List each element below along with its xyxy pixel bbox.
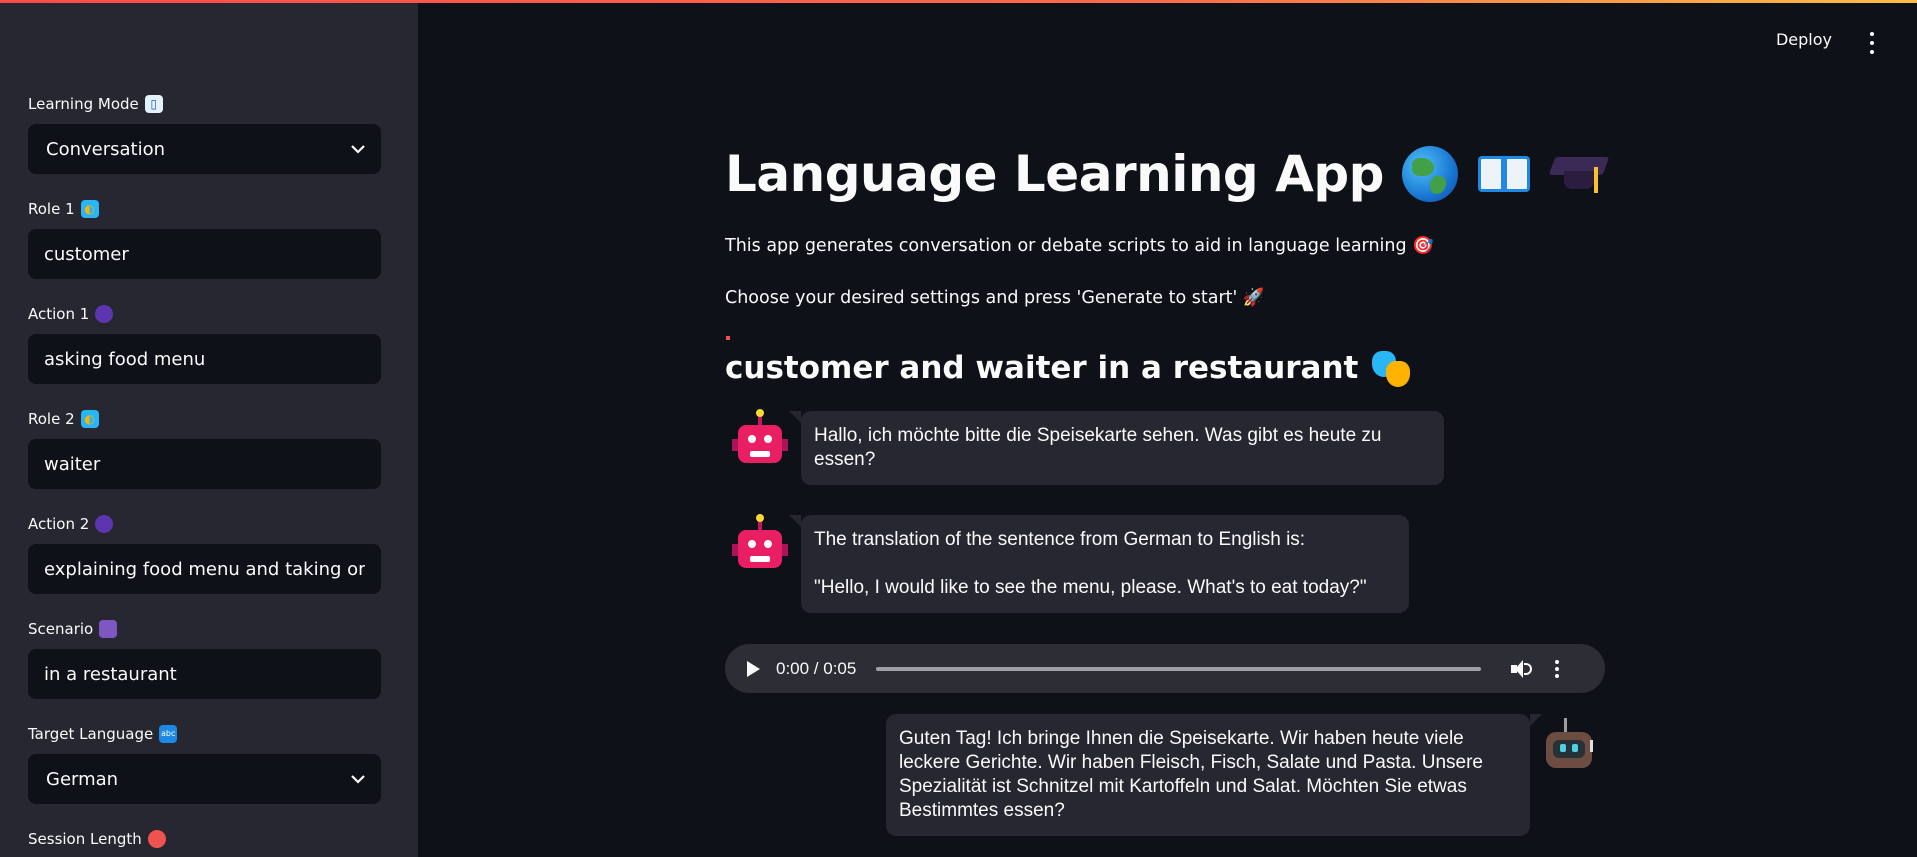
audio-time: 0:00 / 0:05 <box>776 658 857 678</box>
target-language-select[interactable]: German <box>28 754 381 804</box>
top-decoration-bar <box>0 0 1917 3</box>
chat-message: Hallo, ich möchte bitte die Speisekarte … <box>789 411 1444 485</box>
learning-mode-select[interactable]: Conversation <box>28 124 381 174</box>
masks-icon: ◐ <box>80 200 99 218</box>
scene-title: customer and waiter in a restaurant <box>725 349 1411 387</box>
volume-icon[interactable] <box>1511 659 1533 678</box>
page-title: Language Learning App <box>725 145 1610 203</box>
book-icon: ▯ <box>144 95 163 113</box>
role-1-label: Role 1 ◐ <box>28 200 99 218</box>
robot-pink-icon <box>732 514 788 578</box>
scenario-input[interactable]: in a restaurant <box>28 649 381 699</box>
learning-mode-label: Learning Mode ▯ <box>28 95 163 113</box>
sidebar: Learning Mode ▯ Conversation Role 1 ◐ cu… <box>0 0 418 857</box>
anchor-marker <box>726 336 730 340</box>
scenario-label: Scenario <box>28 620 118 638</box>
speaking-head-icon <box>95 305 114 323</box>
audio-progress-bar[interactable] <box>876 666 1482 671</box>
chat-message: Guten Tag! Ich bringe Ihnen die Speiseka… <box>886 714 1542 836</box>
role-2-label: Role 2 ◐ <box>28 410 99 428</box>
action-2-input[interactable]: explaining food menu and taking order <box>28 544 381 594</box>
action-1-input[interactable]: asking food menu <box>28 334 381 384</box>
abc-icon: abc <box>159 725 178 743</box>
action-1-label: Action 1 <box>28 305 114 323</box>
target-language-label: Target Language abc <box>28 725 178 743</box>
main-menu-kebab-icon[interactable] <box>1867 32 1877 54</box>
camera-icon <box>99 620 118 638</box>
audio-options-kebab-icon[interactable] <box>1555 659 1560 678</box>
chevron-down-icon <box>351 772 365 786</box>
action-2-label: Action 2 <box>28 515 114 533</box>
graduation-cap-icon <box>1548 149 1610 199</box>
chevron-down-icon <box>351 142 365 156</box>
audio-player: 0:00 / 0:05 <box>725 644 1605 693</box>
open-book-icon <box>1476 152 1532 196</box>
robot-pink-icon <box>732 409 788 473</box>
intro-text-1: This app generates conversation or debat… <box>725 236 1434 256</box>
robot-brown-icon <box>1540 716 1598 776</box>
alarm-clock-icon <box>147 830 166 848</box>
deploy-button[interactable]: Deploy <box>1776 30 1832 49</box>
masks-icon <box>1372 349 1411 387</box>
play-icon[interactable] <box>747 660 760 677</box>
globe-icon <box>1401 146 1458 202</box>
chat-message: The translation of the sentence from Ger… <box>789 515 1409 613</box>
role-1-input[interactable]: customer <box>28 229 381 279</box>
session-length-label: Session Length <box>28 830 166 848</box>
speaking-head-icon <box>95 515 114 533</box>
role-2-input[interactable]: waiter <box>28 439 381 489</box>
masks-icon: ◐ <box>80 410 99 428</box>
intro-text-2: Choose your desired settings and press '… <box>725 288 1265 308</box>
